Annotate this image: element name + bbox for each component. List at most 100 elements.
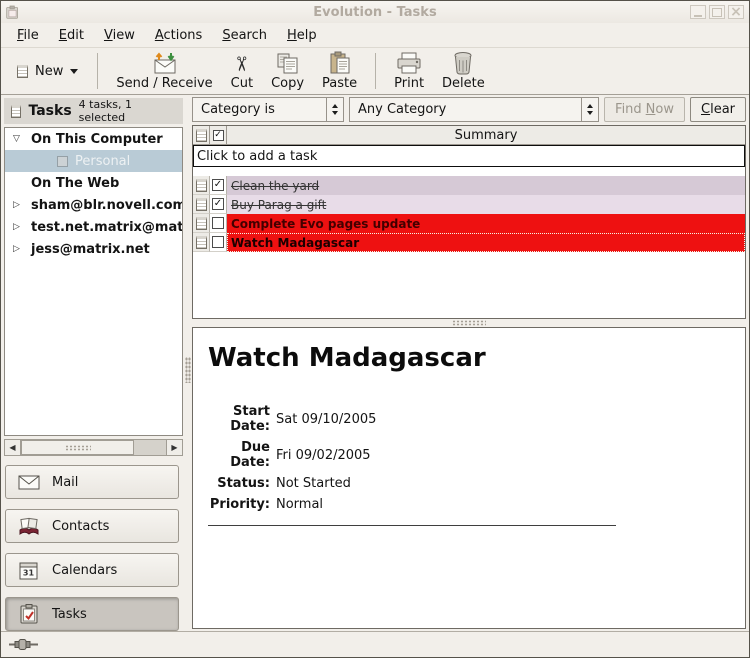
preview-task-title: Watch Madagascar xyxy=(208,343,745,373)
copy-icon xyxy=(276,51,300,75)
due-date-label: Due Date: xyxy=(208,440,270,470)
toolbar-separator xyxy=(97,53,98,89)
titlebar: Evolution - Tasks xyxy=(1,1,749,23)
filter-category-dropdown[interactable]: Any Category xyxy=(349,97,599,122)
folder-checkbox[interactable] xyxy=(57,156,68,167)
tree-item-sham-account[interactable]: sham@blr.novell.com xyxy=(5,194,182,216)
task-list-header: Summary xyxy=(193,126,745,145)
tree-item-test-account[interactable]: test.net.matrix@matrix.n xyxy=(5,216,182,238)
task-row-selected[interactable]: Watch Madagascar xyxy=(193,233,745,252)
calendar-icon: 31 xyxy=(17,561,41,580)
checkbox-unchecked-icon[interactable] xyxy=(212,217,224,229)
task-summary[interactable]: Buy Parag a gift xyxy=(227,195,745,214)
folder-tree: On This Computer Personal On The Web sha… xyxy=(4,127,183,436)
scrollbar-track[interactable] xyxy=(21,439,166,456)
menubar: File Edit View Actions Search Help xyxy=(1,23,749,48)
new-button-label: New xyxy=(35,64,63,79)
task-row[interactable]: Clean the yard xyxy=(193,176,745,195)
scroll-left-arrow[interactable]: ◀ xyxy=(4,439,21,456)
delete-button[interactable]: Delete xyxy=(433,49,494,93)
task-row[interactable]: Buy Parag a gift xyxy=(193,195,745,214)
component-switcher: Mail Contacts xyxy=(4,456,184,631)
cut-button[interactable]: ✂ Cut xyxy=(222,49,262,93)
task-complete-cell[interactable] xyxy=(210,195,227,214)
menu-help[interactable]: Help xyxy=(277,25,327,46)
preview-divider xyxy=(208,525,616,526)
expander-closed-icon[interactable] xyxy=(13,222,24,232)
minimize-button[interactable] xyxy=(690,5,706,19)
task-complete-cell[interactable] xyxy=(210,233,227,252)
sidebar-splitter[interactable] xyxy=(184,95,192,631)
trash-icon xyxy=(452,51,474,75)
send-receive-button[interactable]: Send / Receive xyxy=(107,49,221,93)
tree-item-personal[interactable]: Personal xyxy=(5,150,182,172)
mail-icon xyxy=(17,475,41,490)
priority-value: Normal xyxy=(276,497,745,512)
tasks-clipboard-icon xyxy=(17,604,41,624)
maximize-button[interactable] xyxy=(709,5,725,19)
column-type-header[interactable] xyxy=(193,126,210,144)
task-summary[interactable]: Clean the yard xyxy=(227,176,745,195)
checkbox-checked-icon[interactable] xyxy=(212,179,224,191)
cut-label: Cut xyxy=(231,76,253,91)
task-summary[interactable]: Watch Madagascar xyxy=(227,233,745,252)
calendars-button[interactable]: 31 Calendars xyxy=(5,553,179,587)
close-button[interactable] xyxy=(728,5,744,19)
contacts-button[interactable]: Contacts xyxy=(5,509,179,543)
menu-file[interactable]: File xyxy=(7,25,49,46)
sidebar-title: Tasks xyxy=(28,103,71,119)
splitter-grip[interactable] xyxy=(185,357,191,383)
priority-label: Priority: xyxy=(208,497,270,512)
tree-item-on-the-web[interactable]: On The Web xyxy=(5,172,182,194)
due-date-value: Fri 09/02/2005 xyxy=(276,448,745,463)
find-now-button[interactable]: FindNow xyxy=(604,97,685,122)
svg-text:31: 31 xyxy=(23,568,35,577)
task-complete-cell[interactable] xyxy=(210,214,227,233)
menu-view[interactable]: View xyxy=(94,25,145,46)
main-panel: Category is Any Category FindNow Clear xyxy=(192,95,749,631)
expander-closed-icon[interactable] xyxy=(13,244,24,254)
toolbar: New Send / Receive ✂ Cut xyxy=(1,48,749,95)
preview-splitter[interactable] xyxy=(192,319,746,327)
scrollbar-thumb[interactable] xyxy=(21,440,134,455)
note-icon xyxy=(196,179,207,192)
mail-button[interactable]: Mail xyxy=(5,465,179,499)
delete-label: Delete xyxy=(442,76,485,91)
note-icon xyxy=(196,217,207,230)
menu-actions[interactable]: Actions xyxy=(145,25,213,46)
status-label: Status: xyxy=(208,476,270,491)
copy-label: Copy xyxy=(271,76,304,91)
note-icon xyxy=(196,129,207,142)
checkbox-unchecked-icon[interactable] xyxy=(212,236,224,248)
offline-cable-icon[interactable] xyxy=(9,638,39,651)
sidebar-horizontal-scrollbar[interactable]: ◀ ▶ xyxy=(4,439,183,456)
expander-closed-icon[interactable] xyxy=(13,200,24,210)
menu-search[interactable]: Search xyxy=(212,25,277,46)
new-button[interactable]: New xyxy=(7,58,88,85)
column-summary-header[interactable]: Summary xyxy=(227,126,745,144)
expander-open-icon[interactable] xyxy=(13,134,24,144)
task-preview-pane: Watch Madagascar Start Date: Sat 09/10/2… xyxy=(192,327,746,629)
tree-item-jess-account[interactable]: jess@matrix.net xyxy=(5,238,182,260)
tree-item-on-this-computer[interactable]: On This Computer xyxy=(5,128,182,150)
scroll-right-arrow[interactable]: ▶ xyxy=(166,439,183,456)
print-label: Print xyxy=(394,76,424,91)
copy-button[interactable]: Copy xyxy=(262,49,313,93)
paste-button[interactable]: Paste xyxy=(313,49,366,93)
statusbar xyxy=(1,631,749,657)
column-complete-header[interactable] xyxy=(210,126,227,144)
task-row[interactable]: Complete Evo pages update xyxy=(193,214,745,233)
list-gap xyxy=(193,167,745,176)
checkbox-checked-icon[interactable] xyxy=(212,198,224,210)
start-date-value: Sat 09/10/2005 xyxy=(276,412,745,427)
task-summary[interactable]: Complete Evo pages update xyxy=(227,214,745,233)
tasks-button[interactable]: Tasks xyxy=(5,597,179,631)
filter-rule-dropdown[interactable]: Category is xyxy=(192,97,344,122)
print-button[interactable]: Print xyxy=(385,49,433,93)
task-complete-cell[interactable] xyxy=(210,176,227,195)
clear-button[interactable]: Clear xyxy=(690,97,746,122)
splitter-grip[interactable] xyxy=(452,320,486,326)
add-task-row[interactable]: Click to add a task xyxy=(193,145,745,167)
menu-edit[interactable]: Edit xyxy=(49,25,94,46)
send-receive-icon xyxy=(150,51,180,75)
